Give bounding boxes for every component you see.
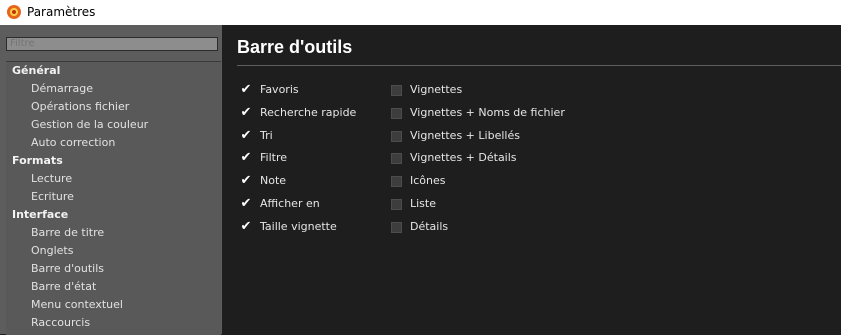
page-title: Barre d'outils: [237, 37, 353, 57]
sidebar-item[interactable]: Barre d'outils: [6, 260, 221, 278]
option-label: Détails: [410, 219, 449, 233]
empty-checkbox-icon[interactable]: [391, 221, 402, 233]
settings-tree: Général Démarrage Opérations fichier Gestio…: [6, 61, 221, 335]
sidebar-item[interactable]: Barre de titre: [6, 224, 221, 242]
option-label: Tri: [260, 128, 273, 142]
sidebar-item[interactable]: Opérations fichier: [6, 98, 221, 116]
sidebar-item[interactable]: Démarrage: [6, 80, 221, 98]
option-label: Recherche rapide: [260, 105, 357, 119]
window-title: Paramètres: [27, 5, 96, 19]
option-label: Liste: [410, 196, 436, 210]
option-label: Icônes: [410, 174, 446, 188]
checkmark-icon[interactable]: ✔: [240, 197, 252, 210]
sidebar-item[interactable]: Onglets: [6, 242, 221, 260]
checkmark-icon[interactable]: ✔: [240, 129, 252, 142]
empty-checkbox-icon[interactable]: [391, 85, 402, 96]
option-label: Vignettes + Libellés: [410, 128, 520, 142]
sidebar-group-header[interactable]: Général: [6, 62, 221, 80]
empty-checkbox-icon[interactable]: [391, 176, 402, 188]
option-label: Afficher en: [260, 196, 320, 210]
sidebar-item[interactable]: Barre d'état: [6, 278, 221, 296]
checkmark-icon[interactable]: ✔: [240, 106, 252, 119]
option-label: Filtre: [260, 151, 288, 165]
sidebar-item[interactable]: Ecriture: [6, 188, 221, 206]
settings-sidebar: GénéralDémarrageOpérations fichierGestio…: [0, 25, 223, 335]
option-label: Taille vignette: [260, 219, 337, 233]
checkmark-icon[interactable]: ✔: [240, 220, 252, 233]
sidebar-group-header[interactable]: Formats: [6, 152, 221, 170]
empty-checkbox-icon[interactable]: [391, 130, 402, 142]
checkmark-icon[interactable]: ✔: [240, 83, 252, 96]
title-divider: [237, 65, 841, 66]
settings-panel: Barre d'outils ✔ Favoris ✔ Recherche rapide…: [222, 25, 841, 334]
option-label: Note: [260, 174, 287, 188]
sidebar-group-header[interactable]: Interface: [6, 206, 221, 224]
sidebar-item[interactable]: Raccourcis: [6, 314, 221, 332]
sidebar-item[interactable]: Lecture: [6, 170, 221, 188]
sidebar-item[interactable]: Menu contextuel: [6, 296, 221, 314]
option-label: Vignettes + Détails: [410, 151, 517, 165]
app-logo-icon: [7, 5, 21, 19]
window-titlebar: Paramètres: [0, 0, 841, 25]
option-label: Vignettes: [410, 83, 463, 96]
sidebar-item[interactable]: Auto correction: [6, 134, 221, 152]
checkmark-icon[interactable]: ✔: [240, 151, 252, 164]
sidebar-item[interactable]: Gestion de la couleur: [6, 116, 221, 134]
empty-checkbox-icon[interactable]: [391, 153, 402, 165]
empty-checkbox-icon[interactable]: [391, 107, 402, 119]
option-label: Vignettes + Noms de fichier: [410, 105, 565, 119]
checkmark-icon[interactable]: ✔: [240, 174, 252, 187]
empty-checkbox-icon[interactable]: [391, 198, 402, 210]
filter-input[interactable]: [6, 37, 218, 51]
option-label: Favoris: [260, 83, 299, 96]
